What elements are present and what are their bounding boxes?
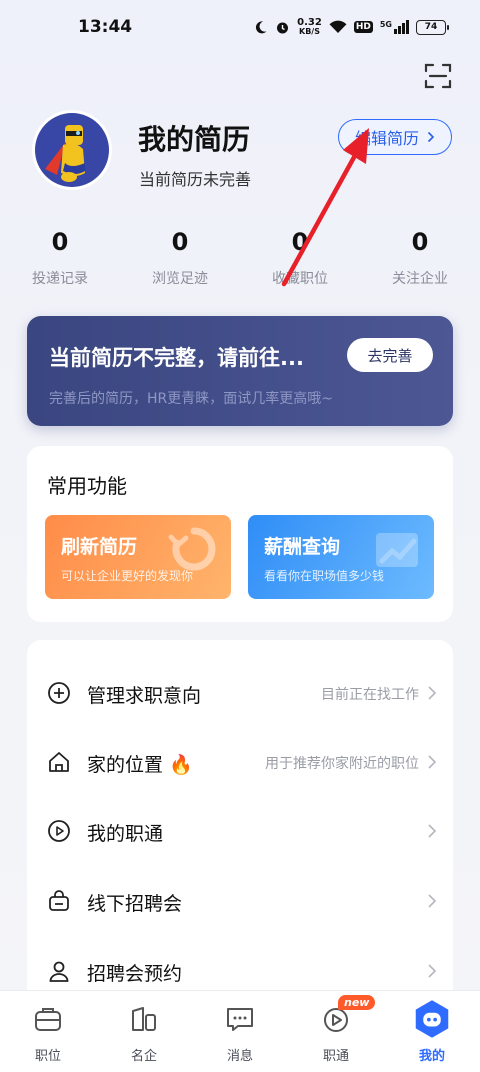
wifi-icon <box>329 20 347 33</box>
stats-row: 0 投递记录 0 浏览足迹 0 收藏职位 0 关注企业 <box>0 228 480 288</box>
net-speed: 0.32 KB/S <box>297 17 322 36</box>
edit-resume-label: 编辑简历 <box>354 129 419 148</box>
message-icon <box>227 1008 253 1031</box>
menu-label: 线下招聘会 <box>87 893 183 915</box>
stat-value: 0 <box>171 228 189 256</box>
tile-title: 薪酬查询 <box>264 536 341 558</box>
bottom-tab-bar: 职位 名企 消息 new 职通 我的 <box>0 990 480 1072</box>
edit-resume-button[interactable]: 编辑简历 <box>338 119 452 155</box>
stat-value: 0 <box>411 228 429 256</box>
menu-hint: 用于推荐你家附近的职位 <box>265 756 419 772</box>
chevron-right-icon <box>428 755 437 769</box>
alarm-icon <box>277 22 289 33</box>
tile-subtitle: 看看你在职场值多少钱 <box>264 569 385 583</box>
stat-value: 0 <box>291 228 309 256</box>
chevron-right-icon <box>428 686 437 700</box>
person-icon <box>49 961 69 982</box>
stat-followed-companies[interactable]: 0 关注企业 <box>360 228 480 288</box>
menu-item-job-intention[interactable]: 管理求职意向 目前正在找工作 <box>27 664 453 724</box>
chevron-right-icon <box>427 131 435 143</box>
tab-jobs[interactable]: 职位 <box>0 991 96 1072</box>
stat-browse-history[interactable]: 0 浏览足迹 <box>120 228 240 288</box>
section-title: 常用功能 <box>47 474 127 498</box>
status-bar: 13:44 0.32 KB/S HD 5G 74 <box>0 0 480 54</box>
stat-delivery-records[interactable]: 0 投递记录 <box>0 228 120 288</box>
salary-query-tile[interactable]: 薪酬查询 看看你在职场值多少钱 <box>248 515 434 599</box>
tab-label: 职通 <box>322 1049 349 1064</box>
plus-circle-icon <box>48 682 70 704</box>
fire-icon: 🔥 <box>169 754 193 776</box>
avatar[interactable] <box>32 110 112 190</box>
tab-mine[interactable]: 我的 <box>384 991 480 1072</box>
resume-incomplete-banner[interactable]: 当前简历不完整，请前往... 完善后的简历，HR更青睐，面试几率更高哦~ 去完善 <box>27 316 453 426</box>
profile-title: 我的简历 <box>138 123 251 156</box>
menu-label: 管理求职意向 <box>87 685 202 707</box>
stat-value: 0 <box>51 228 69 256</box>
banner-subtitle: 完善后的简历，HR更青睐，面试几率更高哦~ <box>49 391 333 407</box>
play-circle-icon <box>48 820 70 842</box>
common-functions-card: 常用功能 刷新简历 可以让企业更好的发现你 薪酬查询 看看你在职场值多少钱 <box>27 446 453 622</box>
menu-list: 管理求职意向 目前正在找工作 家的位置 🔥 用于推荐你家附近的职位 我的职通 线… <box>27 640 453 1000</box>
scan-icon[interactable] <box>424 62 452 90</box>
tile-title: 刷新简历 <box>61 536 138 558</box>
tab-label: 消息 <box>226 1049 253 1064</box>
signal-icon: 5G <box>380 20 409 34</box>
bag-icon <box>49 890 69 911</box>
new-badge: new <box>338 995 376 1010</box>
refresh-resume-tile[interactable]: 刷新简历 可以让企业更好的发现你 <box>45 515 231 599</box>
home-icon <box>49 752 69 772</box>
company-icon <box>132 1007 156 1031</box>
menu-item-offline-job-fair[interactable]: 线下招聘会 <box>27 872 453 932</box>
profile-header: 我的简历 当前简历未完善 编辑简历 <box>32 110 452 192</box>
menu-hint: 目前正在找工作 <box>321 687 419 703</box>
battery-icon: 74 <box>416 19 449 35</box>
chevron-right-icon <box>428 824 437 838</box>
briefcase-icon <box>35 1008 61 1031</box>
tab-label: 我的 <box>418 1049 445 1064</box>
menu-item-home-location[interactable]: 家的位置 🔥 用于推荐你家附近的职位 <box>27 733 453 793</box>
chevron-right-icon <box>428 894 437 908</box>
menu-label: 我的职通 <box>87 823 164 845</box>
stat-label: 投递记录 <box>32 271 88 287</box>
moon-icon <box>256 21 267 34</box>
tab-label: 名企 <box>130 1049 157 1064</box>
robot-icon <box>415 1000 449 1038</box>
tab-messages[interactable]: 消息 <box>192 991 288 1072</box>
tab-companies[interactable]: 名企 <box>96 991 192 1072</box>
stat-label: 关注企业 <box>392 271 448 287</box>
chevron-right-icon <box>428 964 437 978</box>
tab-zhitong[interactable]: new 职通 <box>288 991 384 1072</box>
hd-badge: HD <box>353 21 373 33</box>
avatar-character-icon <box>45 125 85 182</box>
status-icons: 0.32 KB/S HD 5G 74 <box>254 17 449 36</box>
complete-resume-button[interactable]: 去完善 <box>347 338 433 372</box>
menu-item-my-zhitong[interactable]: 我的职通 <box>27 802 453 862</box>
stat-label: 收藏职位 <box>272 271 328 287</box>
tab-label: 职位 <box>34 1049 61 1064</box>
menu-label: 招聘会预约 <box>87 963 183 985</box>
tile-subtitle: 可以让企业更好的发现你 <box>61 569 194 583</box>
status-time: 13:44 <box>78 17 133 37</box>
profile-subtitle: 当前简历未完善 <box>139 170 252 189</box>
stat-saved-jobs[interactable]: 0 收藏职位 <box>240 228 360 288</box>
stat-label: 浏览足迹 <box>152 271 208 287</box>
menu-label: 家的位置 🔥 <box>87 754 193 776</box>
banner-title: 当前简历不完整，请前往... <box>49 346 304 370</box>
